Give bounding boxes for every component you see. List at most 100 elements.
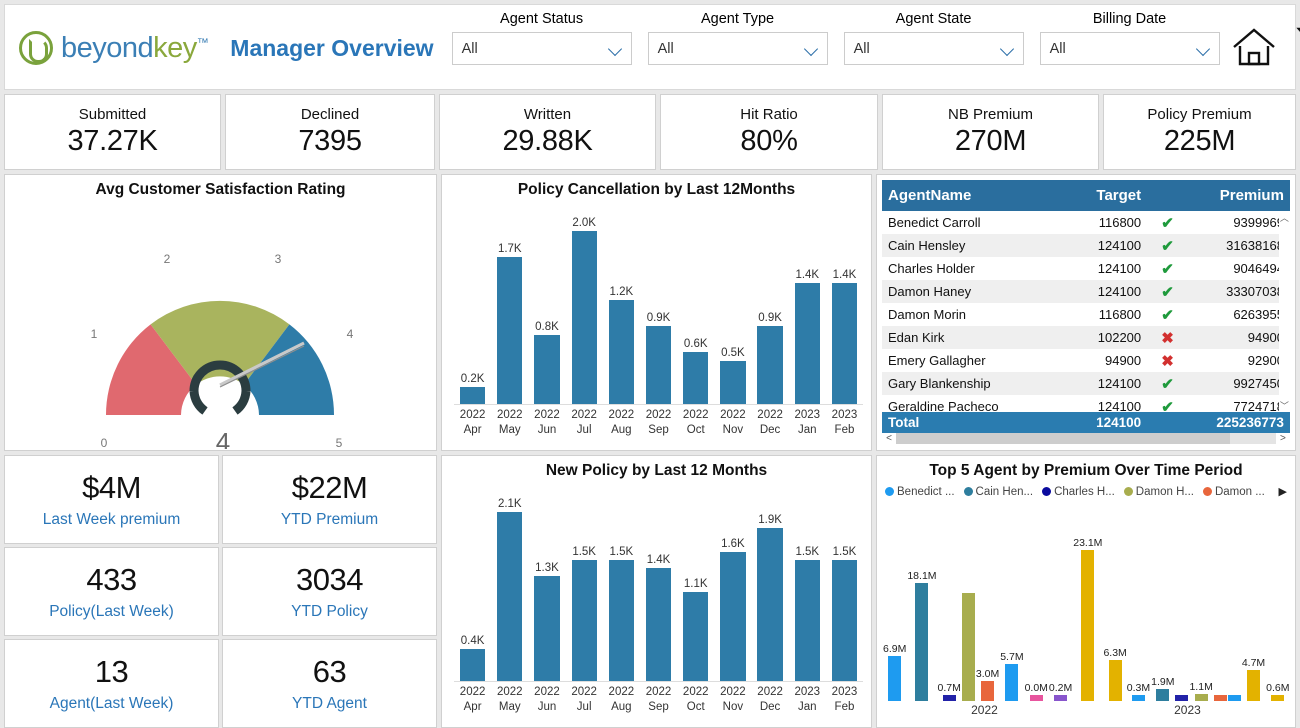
bar[interactable] — [1195, 694, 1208, 701]
bar-column[interactable]: 0.0M — [1025, 508, 1048, 701]
bar[interactable] — [981, 681, 994, 701]
table-row[interactable]: Gary Blankenship124100✔9927450 — [882, 372, 1290, 395]
bar[interactable] — [497, 512, 522, 681]
bar-column[interactable]: 1.1K — [677, 484, 714, 681]
slicer-dropdown-agent-status[interactable]: All — [452, 32, 632, 65]
bar-column[interactable]: 6.3M — [1103, 508, 1126, 701]
bar-column[interactable]: 1.5K — [789, 484, 826, 681]
bar[interactable] — [1214, 695, 1227, 701]
table-vertical-scrollbar[interactable]: ︿ ﹀ — [1279, 211, 1290, 412]
bar[interactable] — [1132, 695, 1145, 701]
table-row[interactable]: Geraldine Pacheco124100✔7724718 — [882, 395, 1290, 412]
tile-policy-last-week[interactable]: 433 Policy(Last Week) — [4, 547, 219, 636]
bar[interactable] — [757, 528, 782, 681]
bar[interactable] — [1109, 660, 1122, 701]
kpi-card-nb-premium[interactable]: NB Premium 270M — [882, 94, 1099, 170]
bar-column[interactable]: 1.5K — [826, 484, 863, 681]
legend-item[interactable]: Charles H... — [1042, 486, 1115, 498]
bar-column[interactable]: 1.4K — [826, 203, 863, 404]
new-policy-chart[interactable]: New Policy by Last 12 Months 0.4K2.1K1.3… — [441, 455, 872, 728]
bar-column[interactable]: 1.7K — [491, 203, 528, 404]
bar[interactable] — [1175, 695, 1188, 701]
kpi-card-declined[interactable]: Declined 7395 — [225, 94, 435, 170]
slicer-dropdown-agent-state[interactable]: All — [844, 32, 1024, 65]
legend-item[interactable]: Cain Hen... — [964, 486, 1034, 498]
bar-column[interactable]: 2.0K — [566, 203, 603, 404]
legend-item[interactable]: Damon H... — [1124, 486, 1194, 498]
tile-ytd-agent[interactable]: 63 YTD Agent — [222, 639, 437, 728]
tile-ytd-policy[interactable]: 3034 YTD Policy — [222, 547, 437, 636]
bar-column[interactable]: 1.9M — [1151, 508, 1174, 701]
table-row[interactable]: Damon Haney124100✔33307038 — [882, 280, 1290, 303]
bar[interactable] — [609, 560, 634, 681]
bar-column[interactable]: 0.2M — [1049, 508, 1072, 701]
bar[interactable] — [1054, 695, 1067, 701]
home-icon[interactable] — [1230, 25, 1278, 74]
scroll-track[interactable] — [896, 433, 1276, 444]
bar-column[interactable] — [1175, 508, 1188, 701]
bar[interactable] — [720, 361, 745, 404]
bar-column[interactable]: 1.5K — [603, 484, 640, 681]
bar-column[interactable]: 0.2K — [454, 203, 491, 404]
bar[interactable] — [460, 649, 485, 681]
legend-item[interactable]: Benedict ... — [885, 486, 955, 498]
bar[interactable] — [646, 568, 671, 681]
bar-column[interactable]: 5.7M — [1000, 508, 1023, 701]
column-header-agentname[interactable]: AgentName — [882, 180, 1066, 211]
table-horizontal-scrollbar[interactable]: < > — [882, 433, 1290, 445]
kpi-card-written[interactable]: Written 29.88K — [439, 94, 656, 170]
bar-column[interactable]: 0.9K — [640, 203, 677, 404]
bar[interactable] — [534, 576, 559, 681]
table-row[interactable]: Emery Gallagher94900✖92900 — [882, 349, 1290, 372]
bar-column[interactable]: 4.7M — [1242, 508, 1265, 701]
kpi-card-submitted[interactable]: Submitted 37.27K — [4, 94, 221, 170]
bar[interactable] — [683, 352, 708, 404]
bar[interactable] — [534, 335, 559, 404]
scroll-left-icon[interactable]: < — [882, 433, 896, 444]
bar-column[interactable]: 6.9M — [883, 508, 906, 701]
bar[interactable] — [609, 300, 634, 404]
bar[interactable] — [497, 257, 522, 404]
bar-column[interactable] — [1214, 508, 1227, 701]
bar-column[interactable]: 0.9K — [752, 203, 789, 404]
bar[interactable] — [915, 583, 928, 701]
bar-column[interactable]: 1.9K — [752, 484, 789, 681]
bar[interactable] — [888, 656, 901, 701]
bar-column[interactable]: 0.5K — [714, 203, 751, 404]
bar-column[interactable] — [962, 508, 975, 701]
bar-column[interactable]: 0.7M — [938, 508, 961, 701]
table-row[interactable]: Cain Hensley124100✔31638168 — [882, 234, 1290, 257]
bar-column[interactable]: 1.5K — [566, 484, 603, 681]
bar[interactable] — [572, 231, 597, 404]
bar-column[interactable]: 0.3M — [1127, 508, 1150, 701]
bar[interactable] — [683, 592, 708, 681]
tile-agent-last-week[interactable]: 13 Agent(Last Week) — [4, 639, 219, 728]
slicer-dropdown-billing-date[interactable]: All — [1040, 32, 1220, 65]
bar[interactable] — [720, 552, 745, 681]
table-row[interactable]: Charles Holder124100✔9046494 — [882, 257, 1290, 280]
bar-column[interactable]: 23.1M — [1073, 508, 1102, 701]
table-row[interactable]: Damon Morin116800✔6263955 — [882, 303, 1290, 326]
bar[interactable] — [832, 283, 857, 404]
bar-column[interactable]: 1.2K — [603, 203, 640, 404]
bar-column[interactable]: 0.4K — [454, 484, 491, 681]
column-header-target[interactable]: Target — [1066, 180, 1148, 211]
gauge-panel[interactable]: Avg Customer Satisfaction Rating — [4, 174, 437, 451]
bar-column[interactable]: 1.3K — [528, 484, 565, 681]
bar[interactable] — [795, 283, 820, 404]
table-row[interactable]: Benedict Carroll116800✔9399969 — [882, 211, 1290, 234]
bar[interactable] — [1156, 689, 1169, 701]
kpi-card-policy-premium[interactable]: Policy Premium 225M — [1103, 94, 1296, 170]
clear-filters-icon[interactable] — [1294, 23, 1300, 76]
bar[interactable] — [1005, 664, 1018, 701]
top5-agent-chart[interactable]: Top 5 Agent by Premium Over Time Period … — [876, 455, 1296, 728]
bar-column[interactable]: 1.1M — [1189, 508, 1212, 701]
bar-column[interactable]: 0.8K — [528, 203, 565, 404]
bar-column[interactable] — [1228, 508, 1241, 701]
bar[interactable] — [757, 326, 782, 404]
scroll-thumb[interactable] — [896, 433, 1230, 444]
bar[interactable] — [1247, 670, 1260, 701]
bar[interactable] — [795, 560, 820, 681]
bar-column[interactable]: 2.1K — [491, 484, 528, 681]
column-header-status[interactable] — [1147, 180, 1188, 211]
